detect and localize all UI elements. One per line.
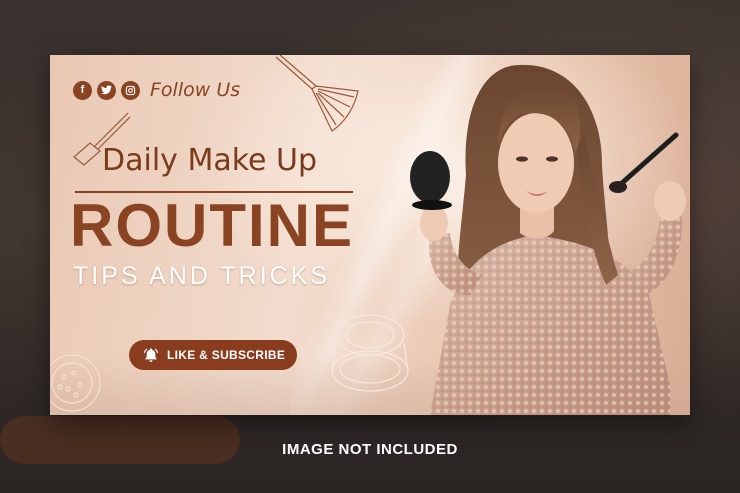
subtitle: Daily Make Up bbox=[102, 143, 318, 178]
facebook-icon[interactable]: f bbox=[73, 80, 92, 100]
twitter-icon[interactable] bbox=[97, 80, 116, 100]
social-follow-row: f Follow Us bbox=[73, 79, 240, 101]
fan-brush-illustration bbox=[275, 55, 359, 132]
instagram-icon[interactable] bbox=[121, 80, 140, 100]
like-and-subscribe-button[interactable]: LIKE & SUBSCRIBE bbox=[129, 340, 297, 370]
powder-puff-illustration bbox=[50, 354, 101, 412]
tagline: TIPS AND TRICKS bbox=[73, 262, 331, 290]
youtube-thumbnail-banner: f Follow Us Daily Make Up ROUTINE TIPS A… bbox=[50, 55, 690, 415]
model-photo bbox=[410, 64, 686, 415]
follow-us-label: Follow Us bbox=[150, 79, 241, 101]
image-not-included-caption: IMAGE NOT INCLUDED bbox=[282, 441, 458, 458]
cta-label: LIKE & SUBSCRIBE bbox=[167, 348, 286, 362]
page-title: ROUTINE bbox=[70, 192, 354, 259]
bell-icon bbox=[143, 347, 159, 363]
